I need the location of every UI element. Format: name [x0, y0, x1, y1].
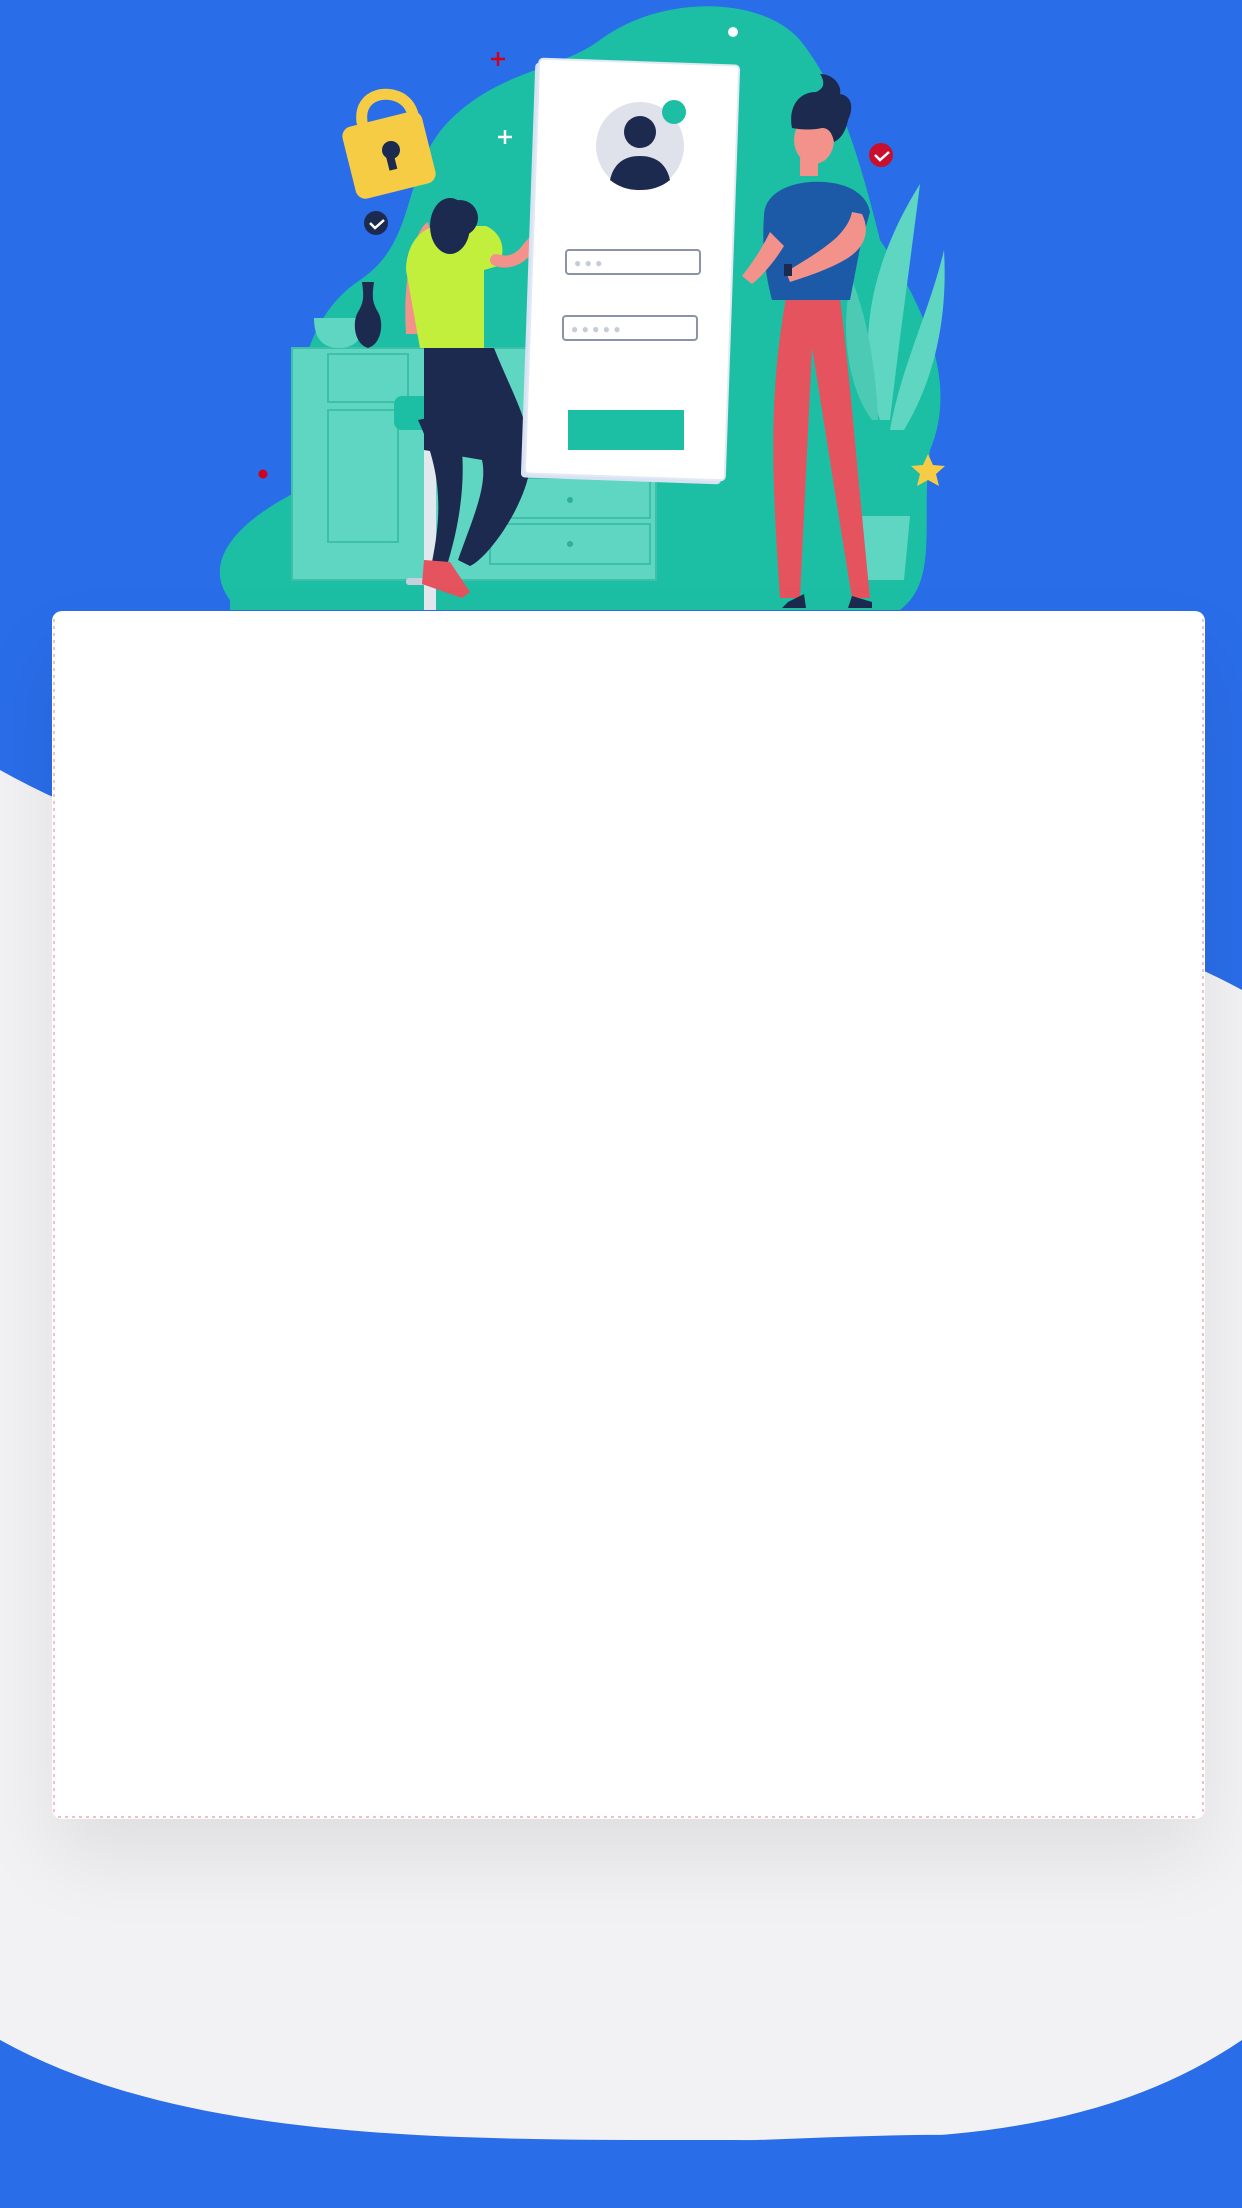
phone-mockup: ● ● ● ● ● ● ● ●	[520, 57, 741, 485]
login-screen: ● ● ● ● ● ● ● ●	[0, 0, 1242, 2208]
username-dots: ● ● ●	[574, 256, 602, 270]
hero-illustration: ● ● ● ● ● ● ● ●	[219, 6, 945, 610]
password-dots: ● ● ● ● ●	[571, 322, 621, 336]
content-card	[52, 611, 1205, 1819]
